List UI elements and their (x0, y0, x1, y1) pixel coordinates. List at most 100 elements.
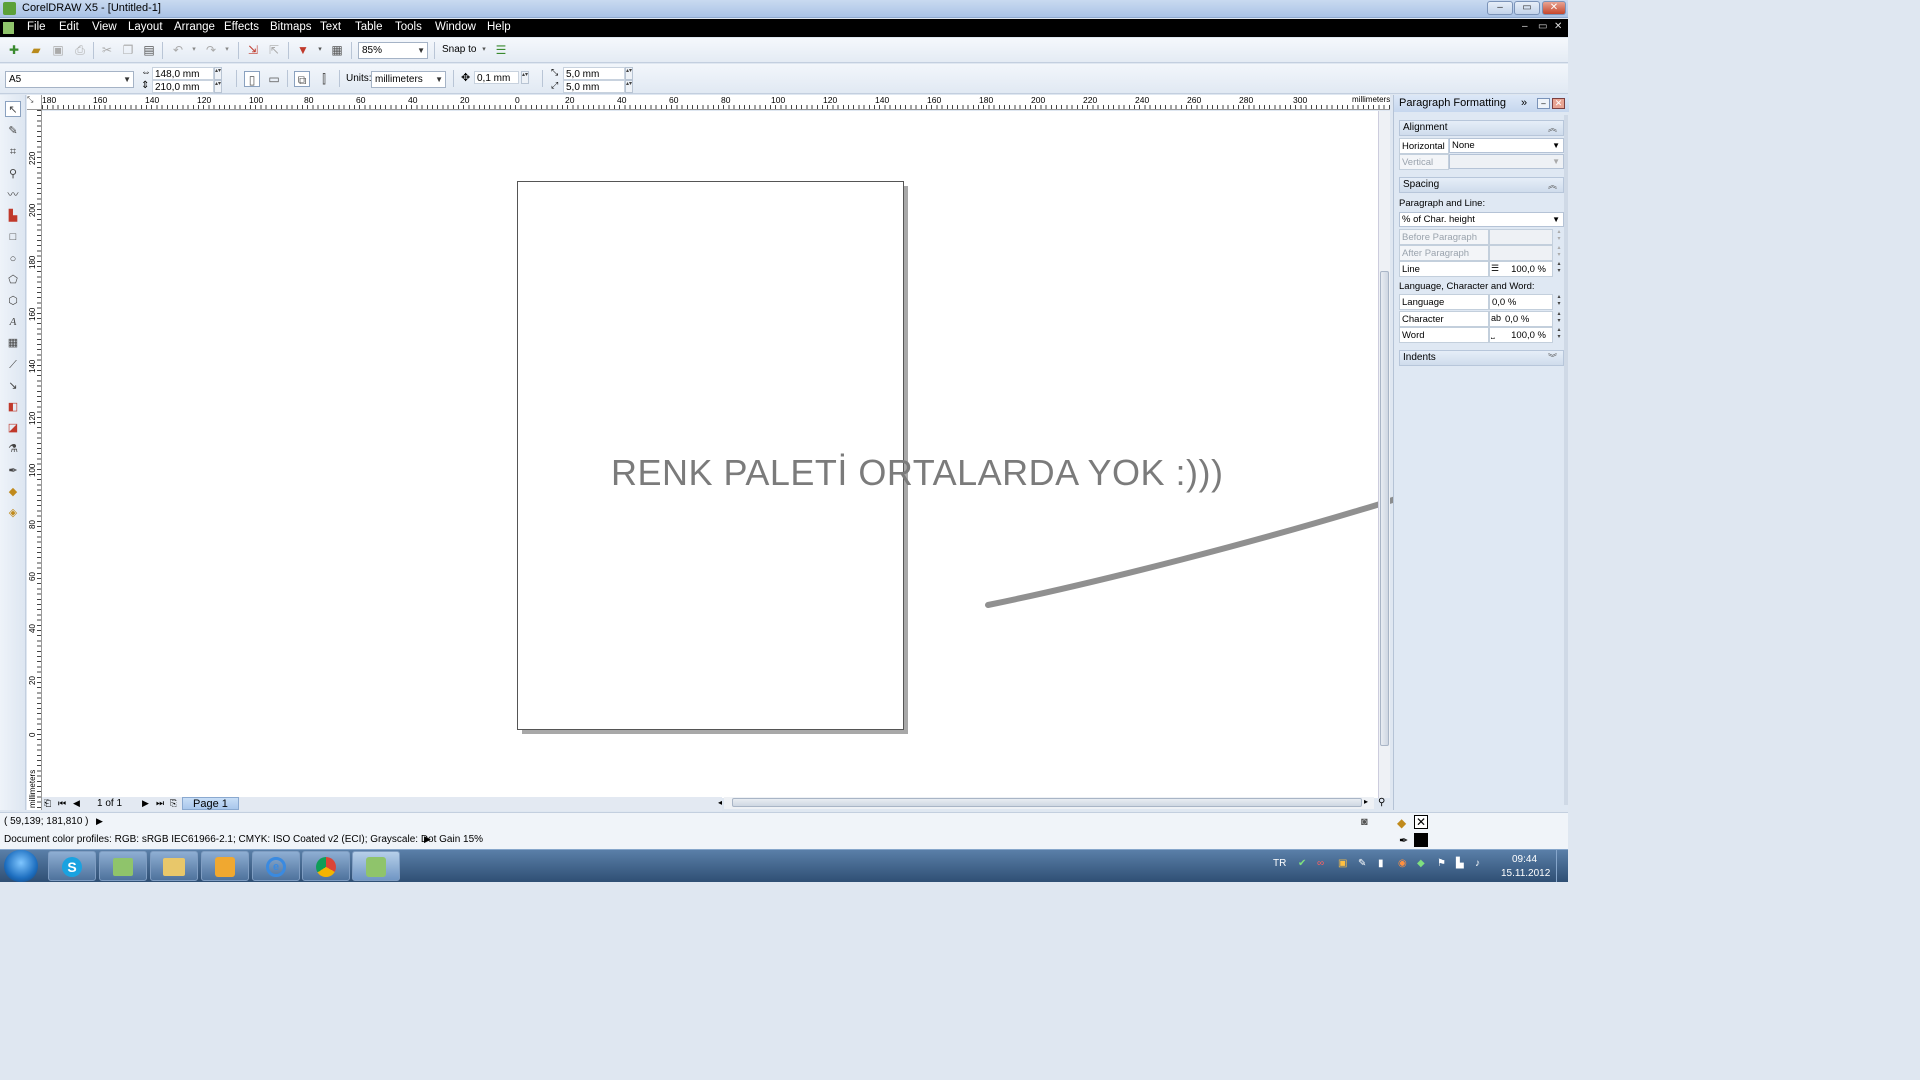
units-dropdown[interactable]: millimeters ▼ (371, 71, 446, 88)
current-page-icon[interactable]: ⫿ (316, 71, 332, 87)
after-paragraph-stepper[interactable]: ▴ ▾ (1554, 245, 1564, 261)
taskbar-network-icon[interactable] (99, 851, 147, 881)
scroll-right-icon[interactable]: ▸ (1364, 797, 1368, 806)
taskbar-internet-explorer-icon[interactable]: e (252, 851, 300, 881)
zoom-level-dropdown[interactable]: 85% ▼ (358, 42, 428, 59)
all-pages-icon[interactable]: ⧉ (294, 71, 310, 87)
import-icon[interactable]: ⇲ (245, 42, 261, 58)
landscape-icon[interactable]: ▭ (266, 71, 282, 87)
spacing-units-dropdown[interactable]: % of Char. height ▼ (1399, 212, 1564, 227)
horizontal-alignment-dropdown[interactable]: None ▼ (1449, 138, 1564, 153)
tray-volume-icon[interactable]: ♪ (1475, 858, 1480, 869)
shape-tool-icon[interactable]: ✎ (5, 123, 21, 139)
mdi-restore-button[interactable]: ▭ (1538, 21, 1547, 32)
duplicate-y-stepper[interactable]: ▴▾ (625, 80, 633, 93)
transparency-tool-icon[interactable]: ◪ (5, 420, 21, 436)
clock-time[interactable]: 09:44 (1512, 854, 1537, 865)
open-icon[interactable]: ▰ (28, 42, 44, 58)
taskbar-coreldraw-icon[interactable] (352, 851, 400, 881)
menu-window[interactable]: Window (435, 21, 476, 33)
snap-dropdown-icon[interactable]: ▾ (476, 42, 492, 58)
taskbar-explorer-icon[interactable] (150, 851, 198, 881)
taskbar-skype-icon[interactable]: S (48, 851, 96, 881)
redo-dropdown-icon[interactable]: ▾ (219, 42, 235, 58)
zoom-tool-icon[interactable]: ⚲ (5, 166, 21, 182)
black-outline-swatch[interactable] (1414, 833, 1428, 847)
horizontal-ruler[interactable]: 180 160 140 120 100 80 60 40 20 0 20 40 … (42, 95, 1390, 110)
add-page-before-icon[interactable]: ⎗ (44, 798, 51, 809)
menu-table[interactable]: Table (355, 21, 383, 33)
ruler-origin[interactable]: ⤡ (27, 95, 42, 110)
height-stepper[interactable]: ▴▾ (214, 80, 222, 93)
menu-help[interactable]: Help (487, 21, 511, 33)
close-button[interactable]: ✕ (1542, 1, 1566, 15)
width-stepper[interactable]: ▴▾ (214, 67, 222, 80)
tray-shield-icon[interactable]: ◉ (1398, 858, 1407, 869)
zoom-navigator-icon[interactable]: ⚲ (1378, 797, 1385, 808)
maximize-button[interactable]: ▭ (1514, 1, 1540, 15)
portrait-icon[interactable]: ▯ (244, 71, 260, 87)
previous-page-icon[interactable]: ◀ (73, 798, 80, 809)
horizontal-scroll-thumb[interactable] (732, 798, 1362, 807)
word-spacing-stepper[interactable]: ▴ ▾ (1554, 327, 1564, 343)
nudge-stepper[interactable]: ▴▾ (521, 71, 529, 84)
crop-tool-icon[interactable]: ⌗ (5, 144, 21, 160)
minimize-button[interactable]: – (1487, 1, 1513, 15)
mdi-close-button[interactable]: ✕ (1554, 21, 1562, 32)
character-spacing-stepper[interactable]: ▴ ▾ (1554, 311, 1564, 327)
menu-text[interactable]: Text (320, 21, 341, 33)
first-page-icon[interactable]: ⏮ (58, 798, 66, 809)
show-desktop-button[interactable] (1556, 850, 1568, 882)
menu-layout[interactable]: Layout (128, 21, 163, 33)
tray-check-icon[interactable]: ✔ (1298, 858, 1306, 869)
docker-minimize-icon[interactable]: – (1537, 98, 1550, 109)
horizontal-scrollbar[interactable]: ▸ (724, 797, 1374, 809)
profiles-arrow-icon[interactable]: ▶ (424, 834, 431, 845)
tray-network-icon[interactable]: ◆ (1417, 858, 1425, 869)
undo-icon[interactable]: ↶ (170, 42, 186, 58)
page-tab[interactable]: Page 1 (182, 797, 239, 810)
indents-section-header[interactable]: Indents ︾ (1399, 350, 1564, 366)
language-spacing-stepper[interactable]: ▴ ▾ (1554, 294, 1564, 310)
screen-icon[interactable]: ◙ (1361, 816, 1368, 828)
word-spacing-field[interactable]: 100,0 % (1489, 327, 1553, 343)
document-icon[interactable] (3, 22, 14, 34)
taskbar-chrome-icon[interactable] (302, 851, 350, 881)
rectangle-tool-icon[interactable]: □ (5, 229, 21, 245)
connector-tool-icon[interactable]: ↘ (5, 378, 21, 394)
page-width-field[interactable]: 148,0 mm (152, 67, 214, 80)
color-profiles-text[interactable]: Document color profiles: RGB: sRGB IEC61… (4, 834, 483, 845)
fill-indicator-icon[interactable]: ◆ (1397, 816, 1406, 830)
basic-shapes-tool-icon[interactable]: ⬡ (5, 293, 21, 309)
mdi-minimize-button[interactable]: – (1522, 21, 1528, 32)
print-icon[interactable]: ⎙ (72, 42, 88, 58)
tray-wifi-icon[interactable]: ▙ (1456, 858, 1464, 869)
vertical-scroll-thumb[interactable] (1380, 271, 1389, 746)
polygon-tool-icon[interactable]: ⬠ (5, 272, 21, 288)
tray-infinity-icon[interactable]: ∞ (1317, 858, 1324, 869)
taskbar-outlook-icon[interactable] (201, 851, 249, 881)
new-icon[interactable]: ✚ (6, 42, 22, 58)
undo-dropdown-icon[interactable]: ▾ (186, 42, 202, 58)
add-page-after-icon[interactable]: ⎘ (170, 798, 177, 809)
vertical-scrollbar[interactable] (1378, 111, 1390, 798)
menu-bitmaps[interactable]: Bitmaps (270, 21, 312, 33)
interactive-fill-tool-icon[interactable]: ◈ (5, 505, 21, 521)
nudge-distance-field[interactable]: 0,1 mm (474, 71, 519, 84)
scroll-left-icon[interactable]: ◂ (718, 798, 722, 807)
launcher-dropdown-icon[interactable]: ▾ (312, 42, 328, 58)
vertical-ruler[interactable]: 220 200 180 160 140 120 100 80 60 40 20 … (27, 110, 42, 810)
freehand-tool-icon[interactable]: 〰 (5, 187, 21, 203)
pick-tool-icon[interactable]: ↖ (5, 101, 21, 117)
table-tool-icon[interactable]: ▦ (5, 335, 21, 351)
cut-icon[interactable]: ✂ (99, 42, 115, 58)
menu-view[interactable]: View (92, 21, 117, 33)
tray-signal-icon[interactable]: ▮ (1378, 858, 1384, 869)
snap-to-button[interactable]: Snap to (442, 44, 476, 55)
text-tool-icon[interactable]: A (5, 314, 21, 330)
menu-file[interactable]: File (27, 21, 46, 33)
line-spacing-stepper[interactable]: ▴ ▾ (1554, 261, 1564, 277)
menu-tools[interactable]: Tools (395, 21, 422, 33)
tray-pen-icon[interactable]: ✎ (1358, 858, 1366, 869)
before-paragraph-stepper[interactable]: ▴ ▾ (1554, 229, 1564, 245)
